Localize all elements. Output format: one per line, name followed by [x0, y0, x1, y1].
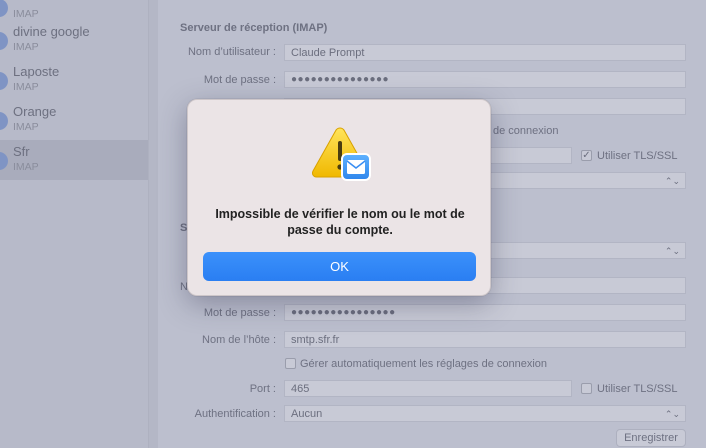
outgoing-auth-value: Aucun [291, 408, 323, 420]
outgoing-tls-checkbox[interactable] [581, 383, 592, 394]
account-type: IMAP [13, 41, 39, 53]
account-item-divine-google[interactable]: divine google IMAP [0, 20, 148, 60]
incoming-section-title: Serveur de réception (IMAP) [180, 22, 328, 34]
outgoing-password-field[interactable]: ●●●●●●●●●●●●●●●● [284, 304, 686, 321]
auto-settings-label: de connexion [493, 125, 559, 137]
account-item-sfr[interactable]: Sfr IMAP [0, 140, 148, 180]
username-field[interactable]: Claude Prompt [284, 44, 686, 61]
username-label: Nom d’utilisateur : [187, 46, 276, 58]
mail-warning-icon [311, 127, 371, 181]
account-icon [0, 72, 8, 90]
chevron-updown-icon: ⌃⌄ [664, 409, 680, 419]
outgoing-host-field[interactable]: smtp.sfr.fr [284, 331, 686, 348]
outgoing-auto-settings-checkbox[interactable] [285, 358, 296, 369]
outgoing-auth-select[interactable]: Aucun ⌃⌄ [284, 405, 686, 422]
account-item-orange[interactable]: Orange IMAP [0, 100, 148, 140]
accounts-sidebar: IMAP divine google IMAP Laposte IMAP Ora… [0, 0, 148, 448]
password-label: Mot de passe : [203, 74, 276, 86]
account-name: Orange [13, 104, 57, 119]
account-item-laposte[interactable]: Laposte IMAP [0, 60, 148, 100]
outgoing-auto-settings-label: Gérer automatiquement les réglages de co… [300, 358, 548, 370]
chevron-updown-icon: ⌃⌄ [664, 246, 680, 256]
tls-checkbox[interactable]: ✓ [581, 150, 592, 161]
outgoing-password-label: Mot de passe : [203, 307, 276, 319]
outgoing-auth-label: Authentification : [194, 408, 276, 420]
save-button[interactable]: Enregistrer [616, 429, 686, 447]
outgoing-tls-label: Utiliser TLS/SSL [597, 383, 678, 395]
error-dialog: Impossible de vérifier le nom ou le mot … [187, 99, 491, 296]
account-type: IMAP [13, 161, 39, 173]
account-icon [0, 32, 8, 50]
account-icon [0, 112, 8, 130]
outgoing-port-field[interactable]: 465 [284, 380, 572, 397]
account-type: IMAP [13, 121, 39, 133]
account-name: divine google [13, 24, 90, 39]
account-name: Sfr [13, 144, 30, 159]
sidebar-gap [149, 0, 158, 448]
account-type: IMAP [13, 8, 39, 20]
account-icon [0, 0, 8, 17]
tls-label: Utiliser TLS/SSL [597, 150, 678, 162]
dialog-message: Impossible de vérifier le nom ou le mot … [215, 207, 465, 237]
chevron-updown-icon: ⌃⌄ [664, 176, 680, 186]
password-field[interactable]: ●●●●●●●●●●●●●●● [284, 71, 686, 88]
account-name: Laposte [13, 64, 60, 79]
outgoing-host-label: Nom de l’hôte : [202, 334, 276, 346]
outgoing-port-label: Port : [249, 383, 276, 395]
account-type: IMAP [13, 81, 39, 93]
account-icon [0, 152, 8, 170]
ok-button[interactable]: OK [203, 252, 476, 281]
